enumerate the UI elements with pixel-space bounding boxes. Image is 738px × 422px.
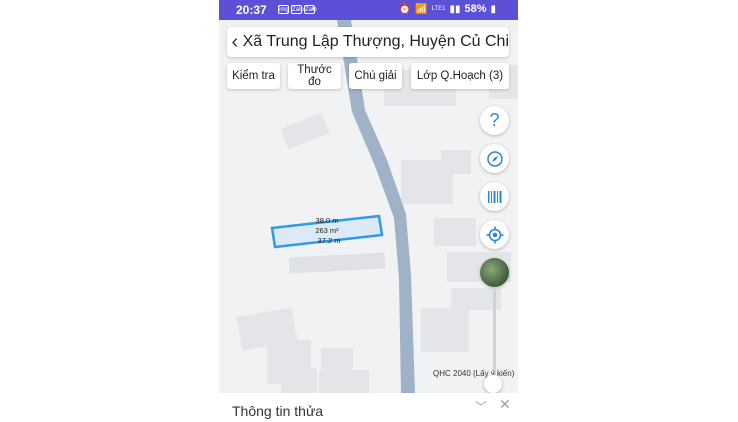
- measure-label-line1: Thước: [297, 64, 332, 76]
- network-type: LTE1: [431, 6, 446, 12]
- help-question-icon: ?: [489, 110, 500, 130]
- legend-button[interactable]: Chú giải: [349, 63, 402, 89]
- building: [421, 308, 469, 352]
- parcel-top-length: 38.0 m: [316, 216, 339, 225]
- measure-label-line2: đo: [308, 76, 321, 88]
- parcel-bottom-length: 37.2 m: [318, 236, 341, 245]
- planning-layer-button[interactable]: Lớp Q.Hoạch (3): [411, 63, 509, 89]
- notification-icons: img Zalo Zalo: [278, 5, 317, 14]
- parcel-info-sheet[interactable]: Thông tin thửa ﹀ ✕: [219, 393, 518, 422]
- phone-screen: 20:37 img Zalo Zalo • ⏰ 📶 LTE1 ▮▮ 58% ▮: [219, 0, 518, 422]
- my-location-icon: [486, 226, 503, 243]
- parcel-area: 263 m²: [315, 226, 339, 235]
- building: [319, 370, 369, 393]
- parcel-info-title: Thông tin thửa: [232, 403, 324, 419]
- check-button[interactable]: Kiểm tra: [227, 63, 280, 89]
- search-bar[interactable]: ‹ Xã Trung Lập Thượng, Huyện Củ Chi: [227, 27, 509, 57]
- barcode-icon: [487, 190, 501, 203]
- satellite-layer-button[interactable]: [480, 258, 509, 287]
- alarm-icon: ⏰: [398, 3, 412, 15]
- compass-button[interactable]: [480, 144, 509, 173]
- signal-icon: ▮▮: [449, 3, 461, 15]
- chevron-down-icon[interactable]: ﹀: [475, 398, 487, 415]
- location-title: Xã Trung Lập Thượng, Huyện Củ Chi: [242, 33, 509, 50]
- status-right: ⏰ 📶 LTE1 ▮▮ 58% ▮: [399, 3, 496, 15]
- building: [441, 150, 471, 174]
- layer-opacity-label: QHC 2040 (Lấy ý kiến): [433, 369, 515, 378]
- zalo-notification-icon: Zalo: [291, 5, 304, 14]
- measure-button[interactable]: Thước đo: [288, 63, 341, 89]
- my-location-button[interactable]: [480, 220, 509, 249]
- status-bar: 20:37 img Zalo Zalo • ⏰ 📶 LTE1 ▮▮ 58% ▮: [219, 0, 518, 20]
- image-notification-icon: img: [278, 5, 289, 14]
- close-icon[interactable]: ✕: [499, 396, 511, 413]
- barcode-button[interactable]: [480, 182, 509, 211]
- battery-percent: 58%: [464, 3, 487, 15]
- status-time: 20:37: [236, 3, 267, 17]
- more-notifications-dot: •: [312, 4, 316, 15]
- help-button[interactable]: ?: [480, 106, 509, 135]
- building: [281, 368, 317, 393]
- compass-icon: [486, 150, 503, 167]
- battery-icon: ▮: [490, 3, 496, 15]
- layer-opacity-knob[interactable]: [484, 375, 502, 393]
- building: [434, 218, 476, 246]
- building: [321, 348, 353, 372]
- back-chevron-icon[interactable]: ‹: [227, 31, 243, 54]
- wifi-icon: 📶: [415, 3, 428, 15]
